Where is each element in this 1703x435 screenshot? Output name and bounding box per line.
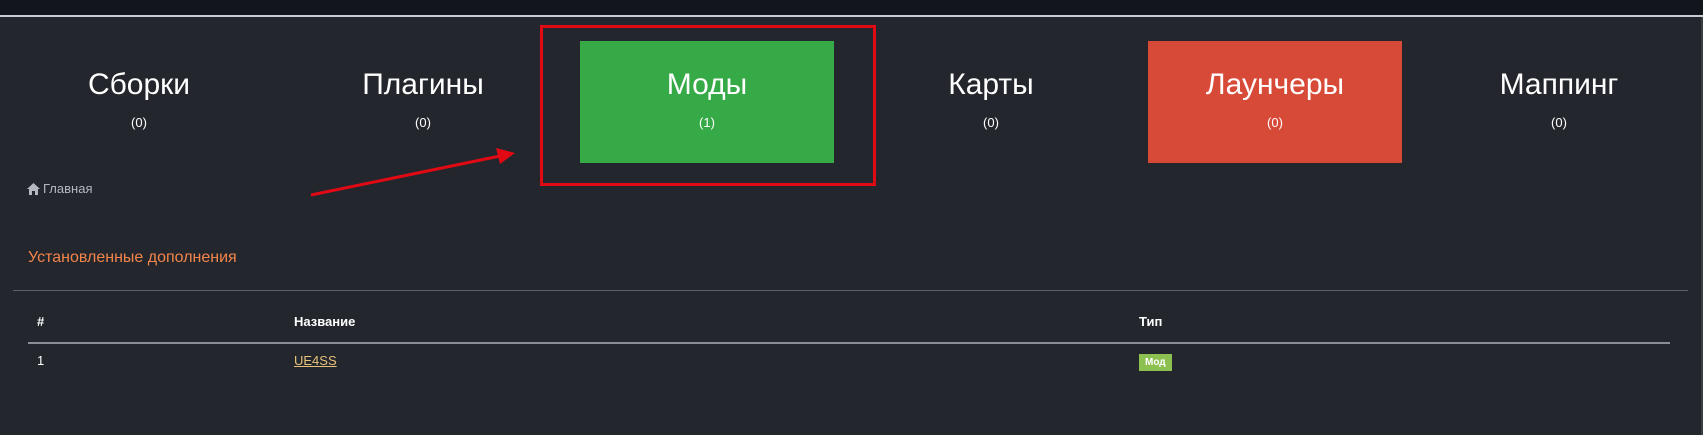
- category-count: (0): [415, 115, 431, 130]
- installed-addons-table: # Название Тип 1 UE4SS Мод: [28, 310, 1670, 380]
- category-maps[interactable]: Карты (0): [864, 41, 1118, 163]
- section-title: Установленные дополнения: [28, 249, 237, 266]
- category-count: (0): [1551, 115, 1567, 130]
- category-mapping[interactable]: Маппинг (0): [1432, 41, 1686, 163]
- table-header: # Название Тип: [28, 310, 1670, 344]
- category-plugins[interactable]: Плагины (0): [296, 41, 550, 163]
- top-bar: [0, 0, 1703, 15]
- table-row: 1 UE4SS Мод: [28, 344, 1670, 380]
- category-count: (0): [983, 115, 999, 130]
- category-label: Сборки: [87, 68, 191, 101]
- breadcrumb: Главная: [27, 181, 92, 197]
- page: Сборки (0) Плагины (0) Моды (1) Карты (0…: [0, 0, 1703, 435]
- category-count: (0): [131, 115, 147, 130]
- header-number: #: [37, 314, 45, 329]
- category-label: Карты: [948, 68, 1034, 101]
- row-number: 1: [37, 353, 45, 368]
- breadcrumb-home-link[interactable]: Главная: [43, 181, 92, 197]
- header-name: Название: [294, 314, 356, 329]
- category-launchers[interactable]: Лаунчеры (0): [1148, 41, 1402, 163]
- top-bar-divider: [0, 15, 1703, 17]
- category-count: (1): [699, 115, 715, 130]
- addon-link[interactable]: UE4SS: [294, 353, 337, 368]
- type-badge: Мод: [1139, 354, 1172, 371]
- category-mods[interactable]: Моды (1): [580, 41, 834, 163]
- header-type: Тип: [1139, 314, 1163, 329]
- section-divider: [13, 290, 1688, 291]
- category-label: Лаунчеры: [1205, 68, 1345, 101]
- category-builds[interactable]: Сборки (0): [12, 41, 266, 163]
- category-label: Плагины: [362, 68, 484, 101]
- row-name: UE4SS: [294, 353, 337, 369]
- home-icon: [27, 183, 40, 195]
- category-label: Маппинг: [1499, 68, 1619, 101]
- category-label: Моды: [666, 68, 748, 101]
- category-count: (0): [1267, 115, 1283, 130]
- row-type: Мод: [1139, 353, 1172, 371]
